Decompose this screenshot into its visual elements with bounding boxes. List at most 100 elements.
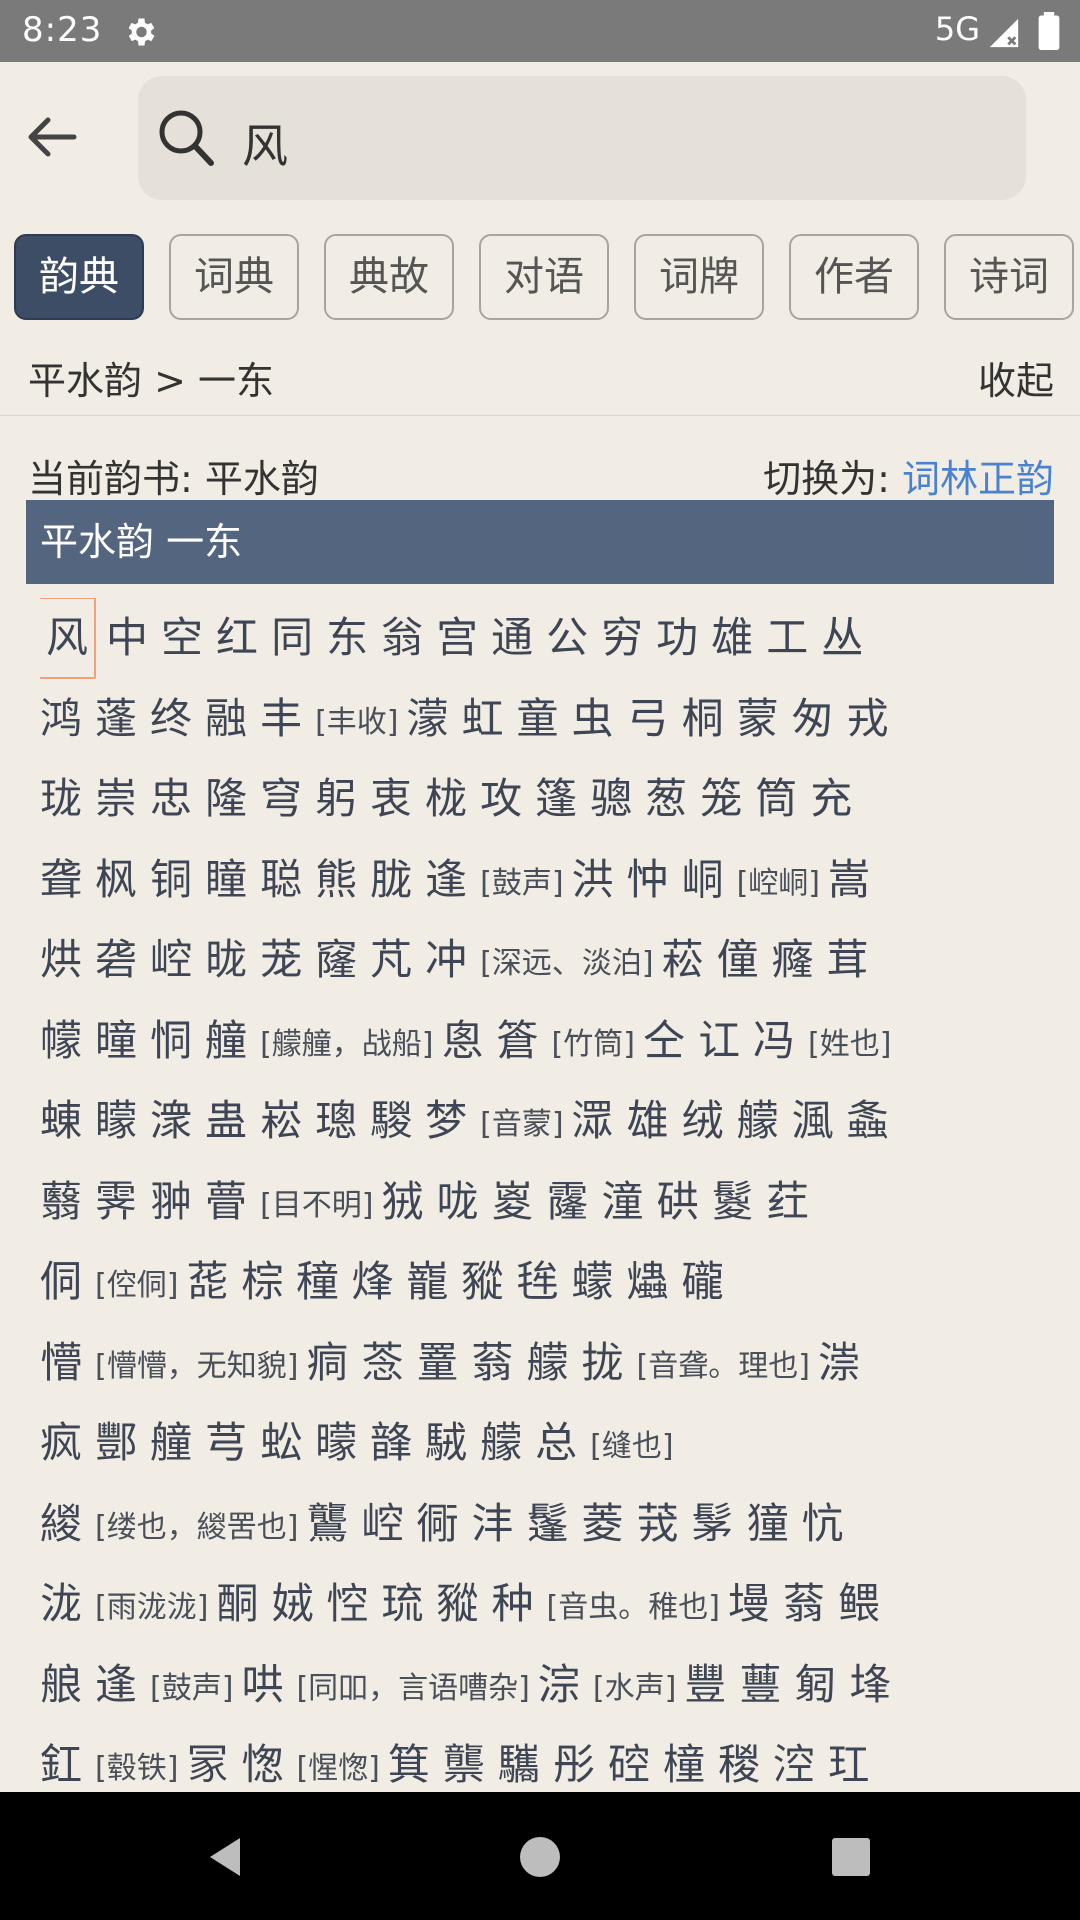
rhyme-char[interactable]: 讧 bbox=[698, 1010, 740, 1072]
rhyme-char[interactable]: 髳 bbox=[692, 1493, 734, 1555]
rhyme-char[interactable]: 匑 bbox=[794, 1654, 836, 1716]
rhyme-char[interactable]: 嵩 bbox=[828, 849, 870, 911]
rhyme-char[interactable]: 埄 bbox=[849, 1654, 891, 1716]
rhyme-char[interactable]: 穜 bbox=[296, 1251, 338, 1313]
rhyme-char[interactable]: 豵 bbox=[462, 1251, 504, 1313]
rhyme-char[interactable]: 幪 bbox=[40, 1010, 82, 1072]
rhyme-char[interactable]: 緵 bbox=[40, 1493, 82, 1555]
rhyme-char[interactable]: 终 bbox=[150, 688, 192, 750]
rhyme-char[interactable]: 蓬 bbox=[95, 688, 137, 750]
rhyme-char[interactable]: 釭 bbox=[40, 1734, 82, 1788]
rhyme-char[interactable]: 雄 bbox=[711, 607, 753, 669]
rhyme-char[interactable]: 矇 bbox=[95, 1090, 137, 1152]
rhyme-char[interactable]: 逢 bbox=[425, 849, 467, 911]
rhyme-char[interactable]: 栊 bbox=[425, 768, 467, 830]
rhyme-char[interactable]: 漴 bbox=[818, 1332, 860, 1394]
selected-char[interactable]: 风 bbox=[40, 598, 97, 680]
rhyme-char[interactable]: 铜 bbox=[150, 849, 192, 911]
rhyme-char[interactable]: 霳 bbox=[547, 1171, 589, 1233]
rhyme-char[interactable]: 总 bbox=[535, 1412, 577, 1474]
rhyme-char[interactable]: 忡 bbox=[627, 849, 669, 911]
rhyme-char[interactable]: 硿 bbox=[608, 1734, 650, 1788]
rhyme-char[interactable]: 崇 bbox=[95, 768, 137, 830]
tab-shici[interactable]: 诗词 bbox=[944, 234, 1074, 320]
rhyme-char[interactable]: 崧 bbox=[260, 1090, 302, 1152]
rhyme-char[interactable]: 鬔 bbox=[527, 1493, 569, 1555]
rhyme-char[interactable]: 艨 bbox=[737, 1090, 779, 1152]
rhyme-char[interactable]: 匆 bbox=[792, 688, 834, 750]
rhyme-char[interactable]: 翀 bbox=[150, 1171, 192, 1233]
rhyme-char[interactable]: 聪 bbox=[260, 849, 302, 911]
rhyme-char[interactable]: 穹 bbox=[260, 768, 302, 830]
rhyme-char[interactable]: 忠 bbox=[150, 768, 192, 830]
rhyme-char[interactable]: 桐 bbox=[682, 688, 724, 750]
rhyme-char[interactable]: 侗 bbox=[40, 1251, 82, 1313]
rhyme-char[interactable]: 冯 bbox=[753, 1010, 795, 1072]
rhyme-char[interactable]: 悾 bbox=[326, 1573, 368, 1635]
rhyme-char[interactable]: 枫 bbox=[95, 849, 137, 911]
rhyme-char[interactable]: 胧 bbox=[370, 849, 412, 911]
rhyme-char[interactable]: 涳 bbox=[773, 1734, 815, 1788]
rhyme-char[interactable]: 宫 bbox=[436, 607, 478, 669]
rhyme-char[interactable]: 玒 bbox=[828, 1734, 870, 1788]
rhyme-char[interactable]: 艟 bbox=[150, 1412, 192, 1474]
rhyme-char[interactable]: 豐 bbox=[684, 1654, 726, 1716]
rhyme-char[interactable]: 濛 bbox=[407, 688, 449, 750]
rhyme-char[interactable]: 琉 bbox=[381, 1573, 423, 1635]
rhyme-char[interactable]: 鸿 bbox=[40, 688, 82, 750]
rhyme-char[interactable]: 箕 bbox=[388, 1734, 430, 1788]
rhyme-char[interactable]: 逢 bbox=[95, 1654, 137, 1716]
rhyme-char[interactable]: 鬉 bbox=[712, 1171, 754, 1233]
rhyme-char[interactable]: 璁 bbox=[315, 1090, 357, 1152]
nav-recents-icon[interactable] bbox=[826, 1832, 876, 1882]
nav-back-icon[interactable] bbox=[200, 1832, 250, 1882]
rhyme-char[interactable]: 仝 bbox=[643, 1010, 685, 1072]
rhyme-char[interactable]: 淙 bbox=[538, 1654, 580, 1716]
rhyme-char[interactable]: 菍 bbox=[361, 1332, 403, 1394]
rhyme-char[interactable]: 功 bbox=[656, 607, 698, 669]
rhyme-char[interactable]: 融 bbox=[205, 688, 247, 750]
switch-rhyme-book-link[interactable]: 词林正韵 bbox=[902, 457, 1054, 501]
rhyme-char[interactable]: 痌 bbox=[306, 1332, 348, 1394]
rhyme-char[interactable]: 哄 bbox=[241, 1654, 283, 1716]
rhyme-char[interactable]: 彤 bbox=[553, 1734, 595, 1788]
rhyme-char[interactable]: 騣 bbox=[370, 1090, 412, 1152]
tab-yundian[interactable]: 韵典 bbox=[14, 234, 144, 320]
rhyme-char[interactable]: 烽 bbox=[351, 1251, 393, 1313]
rhyme-char[interactable]: 曈 bbox=[95, 1010, 137, 1072]
rhyme-char[interactable]: 篬 bbox=[497, 1010, 539, 1072]
rhyme-char[interactable]: 巃 bbox=[407, 1251, 449, 1313]
rhyme-char[interactable]: 聋 bbox=[40, 849, 82, 911]
rhyme-char[interactable]: 驨 bbox=[498, 1734, 540, 1788]
rhyme-char[interactable]: 潼 bbox=[602, 1171, 644, 1233]
rhyme-char[interactable]: 毪 bbox=[517, 1251, 559, 1313]
rhyme-char[interactable]: 衷 bbox=[370, 768, 412, 830]
search-box[interactable]: 风 bbox=[138, 76, 1026, 200]
rhyme-char[interactable]: 菱 bbox=[582, 1493, 624, 1555]
rhyme-char[interactable]: 僮 bbox=[717, 929, 759, 991]
rhyme-char[interactable]: 疯 bbox=[40, 1412, 82, 1474]
rhyme-char[interactable]: 瞳 bbox=[205, 849, 247, 911]
rhyme-char[interactable]: 韸 bbox=[370, 1412, 412, 1474]
collapse-button[interactable]: 收起 bbox=[978, 350, 1054, 405]
rhyme-char[interactable]: 熊 bbox=[315, 849, 357, 911]
rhyme-char[interactable]: 咙 bbox=[437, 1171, 479, 1233]
rhyme-char[interactable]: 冲 bbox=[425, 929, 467, 991]
rhyme-char[interactable]: 窿 bbox=[315, 929, 357, 991]
rhyme-char[interactable]: 昽 bbox=[205, 929, 247, 991]
rhyme-char[interactable]: 砻 bbox=[95, 929, 137, 991]
rhyme-char[interactable]: 崆 bbox=[150, 929, 192, 991]
rhyme-char[interactable]: 駥 bbox=[425, 1412, 467, 1474]
rhyme-char[interactable]: 茸 bbox=[827, 929, 869, 991]
rhyme-char[interactable]: 螽 bbox=[847, 1090, 889, 1152]
nav-home-icon[interactable] bbox=[515, 1832, 565, 1882]
rhyme-char[interactable]: 悤 bbox=[441, 1010, 483, 1072]
rhyme-char[interactable]: 忼 bbox=[802, 1493, 844, 1555]
rhyme-char[interactable]: 攻 bbox=[480, 768, 522, 830]
rhyme-char[interactable]: 躬 bbox=[315, 768, 357, 830]
rhyme-char[interactable]: 戎 bbox=[847, 688, 889, 750]
back-arrow-icon[interactable] bbox=[22, 112, 82, 162]
rhyme-char[interactable]: 潀 bbox=[572, 1090, 614, 1152]
rhyme-char[interactable]: 橦 bbox=[663, 1734, 705, 1788]
rhyme-char[interactable]: 珑 bbox=[40, 768, 82, 830]
